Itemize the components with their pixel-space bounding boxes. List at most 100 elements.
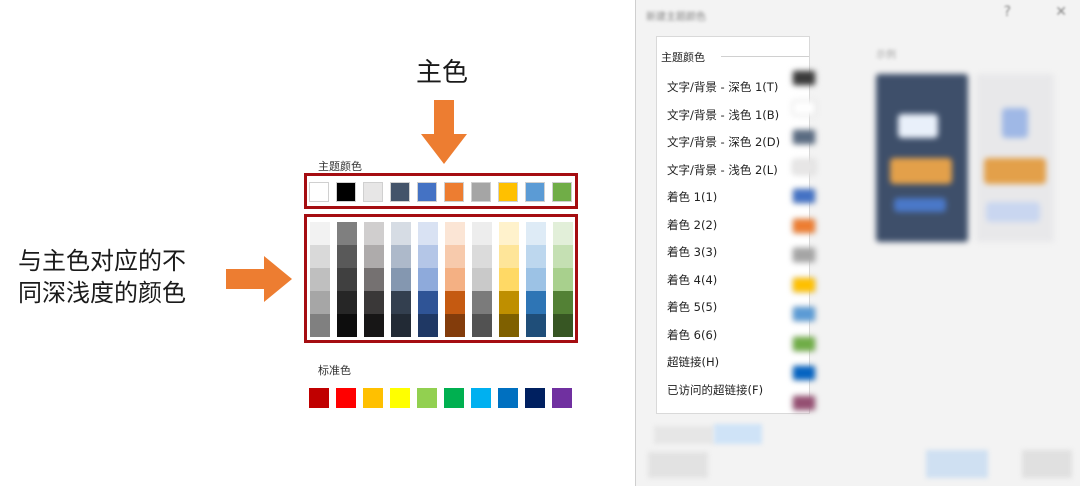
shade-swatch[interactable] (337, 245, 357, 268)
standard-color-swatch[interactable] (309, 388, 329, 408)
shade-swatch[interactable] (418, 291, 438, 314)
standard-color-swatch[interactable] (390, 388, 410, 408)
color-dropdown-button[interactable] (792, 394, 816, 411)
shade-swatch[interactable] (553, 222, 573, 245)
preview-label: 示例 (876, 50, 896, 61)
shade-swatch[interactable] (364, 222, 384, 245)
save-button[interactable] (926, 450, 988, 478)
shade-swatch[interactable] (418, 268, 438, 291)
shade-swatch[interactable] (553, 314, 573, 337)
color-dropdown-button[interactable] (792, 99, 816, 116)
shade-swatch[interactable] (337, 268, 357, 291)
color-dropdown-button[interactable] (792, 217, 816, 234)
shade-column (445, 222, 465, 337)
shade-swatch[interactable] (418, 245, 438, 268)
shade-swatch[interactable] (526, 314, 546, 337)
shade-swatch[interactable] (310, 268, 330, 291)
shade-swatch[interactable] (499, 314, 519, 337)
theme-color-swatch[interactable] (363, 182, 383, 202)
shade-swatch[interactable] (472, 268, 492, 291)
shade-swatch[interactable] (310, 245, 330, 268)
shade-column (337, 222, 357, 337)
theme-color-swatch[interactable] (471, 182, 491, 202)
tone-annotation-line2: 同深浅度的颜色 (18, 279, 186, 307)
standard-color-swatch[interactable] (525, 388, 545, 408)
shade-swatch[interactable] (499, 268, 519, 291)
shade-swatch[interactable] (472, 222, 492, 245)
color-dropdown-button[interactable] (792, 306, 816, 322)
shade-swatch[interactable] (364, 291, 384, 314)
theme-color-swatch[interactable] (552, 182, 572, 202)
preview-dark (876, 74, 968, 242)
shade-swatch[interactable] (364, 245, 384, 268)
shade-swatch[interactable] (310, 314, 330, 337)
color-dropdown-button[interactable] (792, 335, 816, 352)
shade-swatch[interactable] (310, 222, 330, 245)
dialog-title: 新建主题颜色 (646, 12, 706, 23)
color-dropdown-button[interactable] (792, 158, 816, 175)
theme-color-list-item: 文字/背景 - 深色 2(D) (667, 135, 781, 149)
theme-color-swatch[interactable] (390, 182, 410, 202)
shade-swatch[interactable] (364, 268, 384, 291)
shade-swatch[interactable] (499, 245, 519, 268)
theme-color-swatch[interactable] (417, 182, 437, 202)
standard-color-swatch[interactable] (498, 388, 518, 408)
shade-swatch[interactable] (472, 314, 492, 337)
close-icon[interactable]: ✕ (1055, 4, 1067, 20)
shade-swatch[interactable] (526, 291, 546, 314)
standard-color-swatch[interactable] (471, 388, 491, 408)
standard-color-swatch[interactable] (552, 388, 572, 408)
shade-swatch[interactable] (337, 291, 357, 314)
tone-annotation: 与主色对应的不 同深浅度的颜色 (18, 245, 218, 309)
standard-color-swatch[interactable] (444, 388, 464, 408)
shade-swatch[interactable] (526, 222, 546, 245)
shade-swatch[interactable] (499, 222, 519, 245)
standard-color-swatch[interactable] (336, 388, 356, 408)
shade-swatch[interactable] (553, 268, 573, 291)
shade-swatch[interactable] (337, 222, 357, 245)
color-dropdown-button[interactable] (792, 365, 816, 381)
shade-swatch[interactable] (418, 222, 438, 245)
color-dropdown-button[interactable] (792, 70, 816, 86)
cancel-button[interactable] (1022, 450, 1072, 478)
shade-swatch[interactable] (445, 222, 465, 245)
shade-swatch[interactable] (526, 245, 546, 268)
reset-button[interactable] (648, 452, 708, 478)
main-color-annotation: 主色 (416, 58, 469, 88)
standard-color-swatch[interactable] (363, 388, 383, 408)
shade-swatch[interactable] (499, 291, 519, 314)
theme-color-swatch[interactable] (498, 182, 518, 202)
theme-color-list-item: 已访问的超链接(F) (667, 382, 764, 397)
color-dropdown-button[interactable] (792, 247, 816, 263)
color-dropdown-button[interactable] (792, 129, 816, 145)
shade-swatch[interactable] (364, 314, 384, 337)
theme-color-swatch[interactable] (444, 182, 464, 202)
shade-swatch[interactable] (472, 291, 492, 314)
shade-swatch[interactable] (418, 314, 438, 337)
shade-swatch[interactable] (391, 291, 411, 314)
name-input[interactable] (714, 424, 762, 444)
shade-swatch[interactable] (337, 314, 357, 337)
preview-light (976, 74, 1054, 242)
theme-color-swatch[interactable] (336, 182, 356, 202)
shade-swatch[interactable] (391, 314, 411, 337)
shade-swatch[interactable] (445, 245, 465, 268)
shade-swatch[interactable] (472, 245, 492, 268)
shade-swatch[interactable] (445, 268, 465, 291)
shade-swatch[interactable] (391, 222, 411, 245)
shade-swatch[interactable] (553, 291, 573, 314)
standard-color-swatch[interactable] (417, 388, 437, 408)
help-icon[interactable]: ? (1004, 4, 1011, 20)
name-field-label (654, 426, 714, 444)
shade-swatch[interactable] (445, 291, 465, 314)
shade-swatch[interactable] (526, 268, 546, 291)
theme-color-swatch[interactable] (309, 182, 329, 202)
shade-swatch[interactable] (391, 245, 411, 268)
shade-swatch[interactable] (445, 314, 465, 337)
theme-color-swatch[interactable] (525, 182, 545, 202)
color-dropdown-button[interactable] (792, 276, 816, 293)
shade-swatch[interactable] (391, 268, 411, 291)
shade-swatch[interactable] (553, 245, 573, 268)
shade-swatch[interactable] (310, 291, 330, 314)
color-dropdown-button[interactable] (792, 188, 816, 204)
